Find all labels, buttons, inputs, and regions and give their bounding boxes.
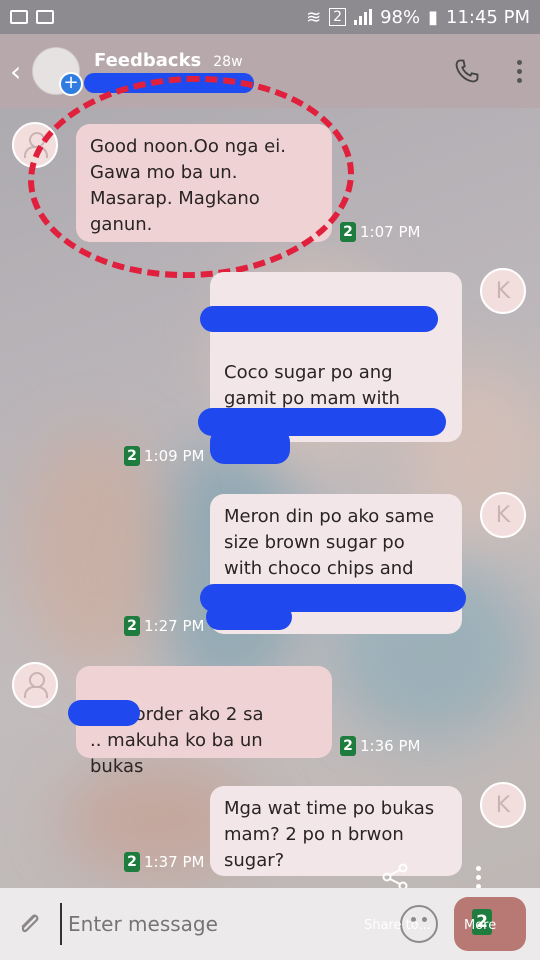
add-member-icon[interactable]: + (59, 72, 83, 96)
message-meta: 2 1:27 PM (124, 616, 204, 636)
clock: 11:45 PM (446, 6, 530, 28)
more-icon[interactable] (476, 866, 481, 889)
signal-icon (354, 9, 373, 25)
redaction-mark (68, 700, 140, 726)
avatar-letter: K (495, 502, 511, 528)
avatar-letter: K (495, 792, 511, 818)
sim-badge: 2 (124, 852, 140, 872)
group-avatar[interactable]: + (32, 47, 83, 96)
photo-icon (36, 10, 54, 24)
attachment-icon[interactable] (14, 909, 44, 939)
sender-avatar[interactable] (12, 662, 58, 708)
back-arrow-icon[interactable]: ‹ (10, 55, 28, 88)
sim-badge: 2 (124, 616, 140, 636)
redaction-mark (200, 306, 438, 332)
message-time: 1:09 PM (144, 447, 205, 465)
message-time: 1:37 PM (144, 853, 205, 871)
person-icon (24, 672, 48, 698)
my-avatar[interactable]: K (480, 268, 526, 314)
redaction-mark (206, 604, 292, 630)
conversation-title: Feedbacks (94, 49, 202, 71)
my-avatar[interactable]: K (480, 492, 526, 538)
more-label[interactable]: More (464, 918, 496, 933)
message-meta: 2 1:07 PM (340, 222, 420, 242)
sim-badge: 2 (124, 446, 140, 466)
status-bar: ≋ 2 98% ▮ 11:45 PM (0, 0, 540, 34)
conversation-age: 28w (213, 53, 243, 70)
message-meta: 2 1:36 PM (340, 736, 420, 756)
phone-icon[interactable] (453, 57, 481, 85)
share-label[interactable]: Share to... (364, 918, 431, 933)
message-time: 1:27 PM (144, 617, 205, 635)
message-text: Mga wat time po bukas mam? 2 po n brwon … (224, 798, 435, 871)
message-meta: 2 1:37 PM (124, 852, 204, 872)
sim-badge: 2 (340, 736, 356, 756)
gallery-icon (10, 10, 28, 24)
my-avatar[interactable]: K (480, 782, 526, 828)
message-time: 1:07 PM (360, 223, 421, 241)
sim-badge: 2 (329, 8, 347, 26)
sim-badge: 2 (340, 222, 356, 242)
message-bubble[interactable]: Mga wat time po bukas mam? 2 po n brwon … (210, 786, 462, 876)
wifi-icon: ≋ (306, 6, 322, 28)
battery-level: 98% (380, 6, 421, 28)
message-input[interactable] (60, 903, 400, 945)
message-time: 1:36 PM (360, 737, 421, 755)
composer-bar: 2 (0, 888, 540, 960)
overflow-menu-icon[interactable] (517, 59, 522, 83)
avatar-letter: K (495, 278, 511, 304)
message-meta: 2 1:09 PM (124, 446, 204, 466)
battery-icon: ▮ (428, 6, 439, 28)
redaction-mark (210, 428, 290, 464)
